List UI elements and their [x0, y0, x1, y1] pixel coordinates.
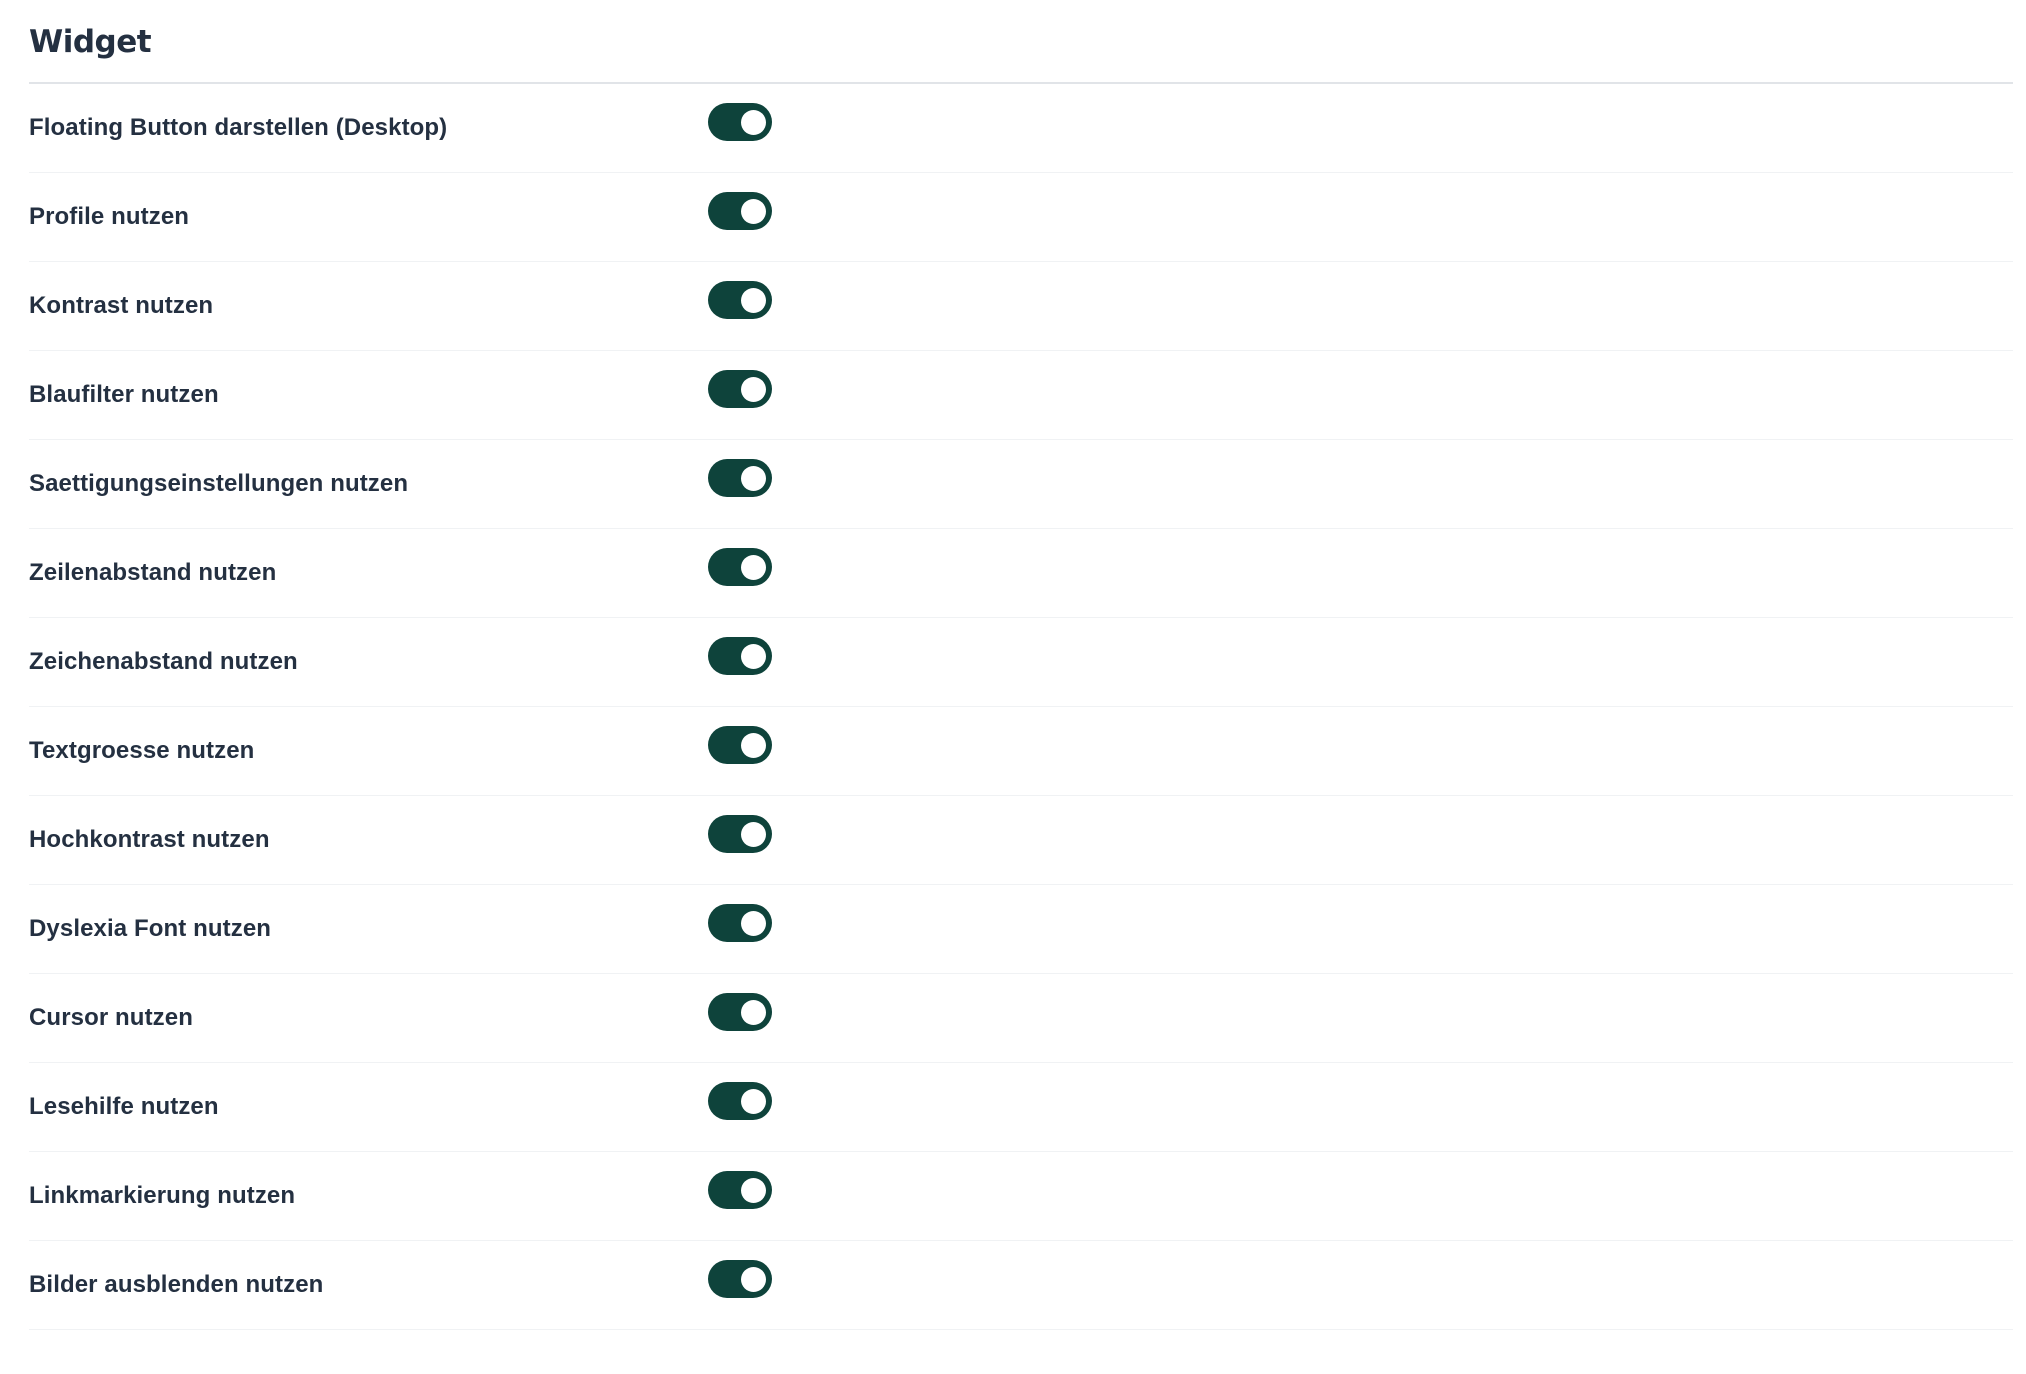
- setting-toggle-switch[interactable]: [708, 1171, 772, 1209]
- setting-row: Cursor nutzen: [29, 974, 2013, 1063]
- setting-label: Kontrast nutzen: [29, 292, 214, 319]
- toggle-knob: [741, 911, 766, 936]
- setting-row: Dyslexia Font nutzen: [29, 885, 2013, 974]
- setting-toggle-switch[interactable]: [708, 103, 772, 141]
- setting-label: Cursor nutzen: [29, 1004, 193, 1031]
- toggle-knob: [741, 110, 766, 135]
- setting-label: Floating Button darstellen (Desktop): [29, 114, 448, 141]
- toggle-knob: [741, 288, 766, 313]
- toggle-knob: [741, 466, 766, 491]
- section-title: Widget: [29, 24, 152, 60]
- setting-toggle-switch[interactable]: [708, 904, 772, 942]
- toggle-knob: [741, 1178, 766, 1203]
- toggle-knob: [741, 644, 766, 669]
- setting-label: Textgroesse nutzen: [29, 737, 255, 764]
- setting-row: Profile nutzen: [29, 173, 2013, 262]
- toggle-knob: [741, 1000, 766, 1025]
- setting-row: Textgroesse nutzen: [29, 707, 2013, 796]
- setting-label: Linkmarkierung nutzen: [29, 1182, 296, 1209]
- setting-row: Kontrast nutzen: [29, 262, 2013, 351]
- setting-toggle-switch[interactable]: [708, 815, 772, 853]
- setting-label: Hochkontrast nutzen: [29, 826, 270, 853]
- toggle-knob: [741, 822, 766, 847]
- setting-label: Bilder ausblenden nutzen: [29, 1271, 324, 1298]
- setting-label: Dyslexia Font nutzen: [29, 915, 272, 942]
- setting-toggle-switch[interactable]: [708, 1260, 772, 1298]
- setting-row: Saettigungseinstellungen nutzen: [29, 440, 2013, 529]
- toggle-knob: [741, 555, 766, 580]
- setting-toggle-switch[interactable]: [708, 192, 772, 230]
- setting-toggle-switch[interactable]: [708, 281, 772, 319]
- toggle-knob: [741, 1267, 766, 1292]
- setting-toggle-switch[interactable]: [708, 548, 772, 586]
- toggle-knob: [741, 733, 766, 758]
- setting-row: Zeichenabstand nutzen: [29, 618, 2013, 707]
- setting-row: Zeilenabstand nutzen: [29, 529, 2013, 618]
- setting-row: Blaufilter nutzen: [29, 351, 2013, 440]
- setting-row: Floating Button darstellen (Desktop): [29, 84, 2013, 173]
- setting-row: Linkmarkierung nutzen: [29, 1152, 2013, 1241]
- setting-toggle-switch[interactable]: [708, 637, 772, 675]
- toggle-knob: [741, 199, 766, 224]
- toggle-knob: [741, 377, 766, 402]
- settings-list: Floating Button darstellen (Desktop) Prof…: [29, 84, 2013, 1330]
- setting-label: Zeilenabstand nutzen: [29, 559, 277, 586]
- setting-toggle-switch[interactable]: [708, 370, 772, 408]
- setting-label: Profile nutzen: [29, 203, 190, 230]
- setting-label: Zeichenabstand nutzen: [29, 648, 298, 675]
- setting-label: Lesehilfe nutzen: [29, 1093, 219, 1120]
- setting-row: Hochkontrast nutzen: [29, 796, 2013, 885]
- setting-row: Bilder ausblenden nutzen: [29, 1241, 2013, 1330]
- setting-toggle-switch[interactable]: [708, 726, 772, 764]
- toggle-knob: [741, 1089, 766, 1114]
- setting-toggle-switch[interactable]: [708, 1082, 772, 1120]
- widget-settings-panel: Widget Floating Button darstellen (Deskt…: [29, 0, 2013, 1330]
- setting-label: Blaufilter nutzen: [29, 381, 219, 408]
- setting-label: Saettigungseinstellungen nutzen: [29, 470, 409, 497]
- setting-row: Lesehilfe nutzen: [29, 1063, 2013, 1152]
- setting-toggle-switch[interactable]: [708, 993, 772, 1031]
- setting-toggle-switch[interactable]: [708, 459, 772, 497]
